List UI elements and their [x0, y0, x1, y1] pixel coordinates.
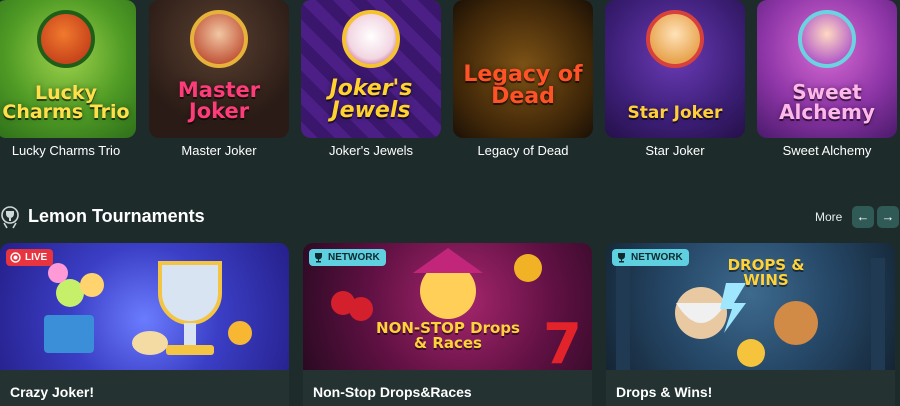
trophy-icon	[1, 206, 19, 229]
game-title[interactable]: Star Joker	[605, 143, 745, 158]
star-joker-art	[646, 10, 704, 68]
tournament-card-crazy-joker[interactable]: LIVE Crazy Joker!	[0, 243, 289, 406]
game-thumbnail[interactable]: Master Joker	[149, 0, 289, 138]
game-logo: Sweet Alchemy	[779, 80, 875, 124]
game-title[interactable]: Master Joker	[149, 143, 289, 158]
games-row: Lucky Charms Trio Lucky Charms Trio Mast…	[0, 0, 900, 170]
game-logo: Master Joker	[177, 78, 261, 123]
svg-text:7: 7	[543, 312, 582, 370]
game-thumbnail[interactable]: Lucky Charms Trio	[0, 0, 136, 138]
tournament-name[interactable]: Crazy Joker!	[10, 384, 94, 400]
game-thumbnail[interactable]: Joker's Jewels	[301, 0, 441, 138]
prev-button[interactable]: ←	[852, 206, 874, 228]
section-title: Lemon Tournaments	[28, 206, 205, 226]
arrow-right-icon: →	[881, 209, 895, 224]
game-logo: Lucky Charms Trio	[2, 82, 130, 123]
live-icon	[10, 252, 21, 263]
status-badge: NETWORK	[612, 249, 689, 266]
tournament-card-non-stop[interactable]: 7 NON-STOP Drops & Races NETWORK Non-Sto…	[303, 243, 592, 406]
status-badge: NETWORK	[309, 249, 386, 266]
tournament-name[interactable]: Drops & Wins!	[616, 384, 712, 400]
more-link[interactable]: More	[815, 210, 842, 224]
tournament-name[interactable]: Non-Stop Drops&Races	[313, 384, 472, 400]
status-badge: LIVE	[6, 249, 54, 266]
game-logo: Legacy of Dead	[463, 62, 583, 109]
art-title: DROPS & WINS	[727, 256, 805, 289]
game-card-legacy-of-dead[interactable]: Legacy of Dead Legacy of Dead	[453, 0, 593, 158]
tournament-card-drops-wins[interactable]: DROPS & WINS NETWORK Drops & Wins!	[606, 243, 895, 406]
game-card-master-joker[interactable]: Master Joker Master Joker	[149, 0, 289, 158]
badge-label: LIVE	[25, 252, 48, 263]
tournaments-row: LIVE Crazy Joker! 7 NON-STOP Drops & Rac…	[0, 243, 900, 406]
game-logo: Joker's Jewels	[329, 76, 413, 123]
badge-label: NETWORK	[631, 252, 683, 263]
leprechaun-art	[37, 10, 95, 68]
witch-art	[798, 10, 856, 68]
game-card-lucky-charms-trio[interactable]: Lucky Charms Trio Lucky Charms Trio	[0, 0, 136, 158]
art-title: NON-STOP Drops & Races	[376, 319, 520, 352]
game-card-jokers-jewels[interactable]: Joker's Jewels Joker's Jewels	[301, 0, 441, 158]
arrow-left-icon: ←	[856, 209, 870, 224]
game-thumbnail[interactable]: Sweet Alchemy	[757, 0, 897, 138]
next-button[interactable]: →	[877, 206, 899, 228]
joker-mask-art	[342, 10, 400, 68]
trophy-icon	[616, 252, 627, 263]
game-title[interactable]: Lucky Charms Trio	[0, 143, 136, 158]
game-thumbnail[interactable]: Legacy of Dead	[453, 0, 593, 138]
game-title[interactable]: Legacy of Dead	[453, 143, 593, 158]
trophy-icon	[313, 252, 324, 263]
tournaments-header: Lemon Tournaments More ← →	[0, 200, 900, 234]
game-title[interactable]: Joker's Jewels	[301, 143, 441, 158]
game-card-star-joker[interactable]: Star Joker Star Joker	[605, 0, 745, 158]
game-card-sweet-alchemy[interactable]: Sweet Alchemy Sweet Alchemy	[757, 0, 897, 158]
joker-art	[190, 10, 248, 68]
badge-label: NETWORK	[328, 252, 380, 263]
game-title[interactable]: Sweet Alchemy	[757, 143, 897, 158]
game-logo: Star Joker	[627, 103, 723, 123]
game-thumbnail[interactable]: Star Joker	[605, 0, 745, 138]
